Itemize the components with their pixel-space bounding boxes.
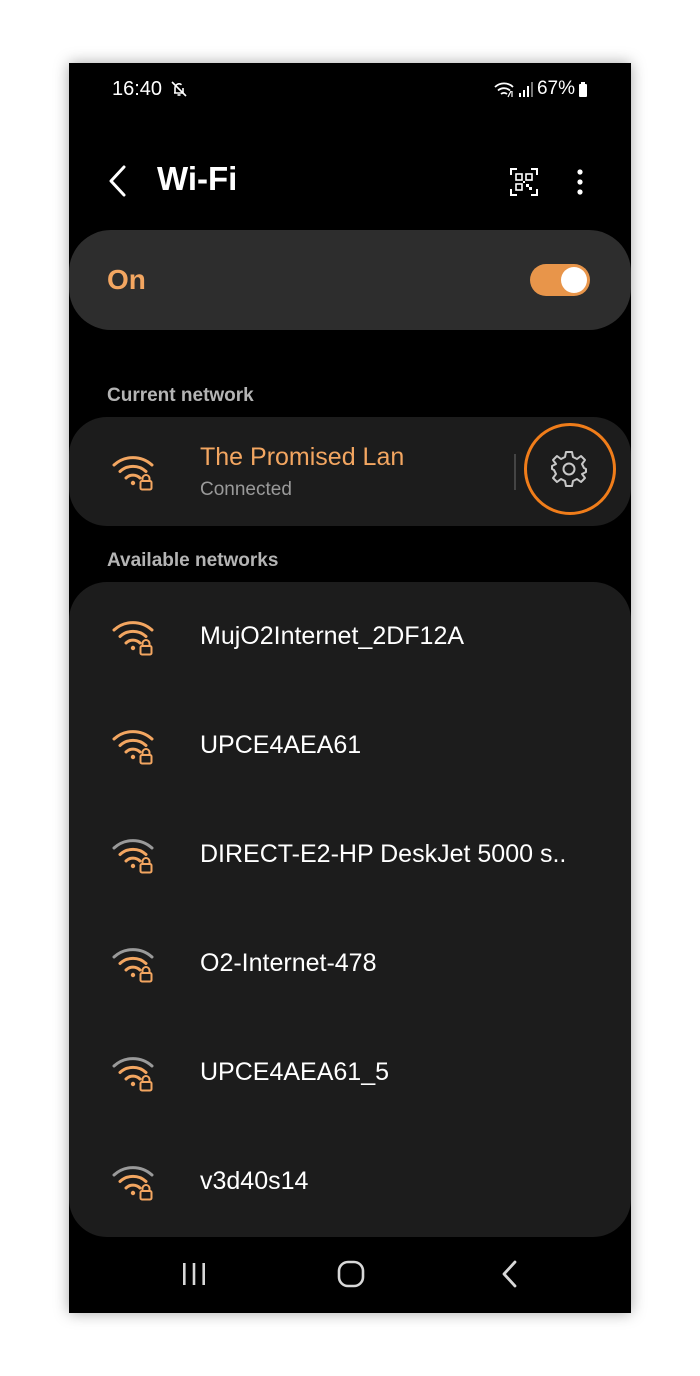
status-icons: 67% <box>493 78 588 100</box>
network-name: MujO2Internet_2DF12A <box>200 622 465 650</box>
app-bar: Wi-Fi <box>69 153 631 209</box>
wifi-switch[interactable] <box>530 264 590 296</box>
wifi-toggle-label: On <box>107 264 146 295</box>
network-row[interactable]: DIRECT-E2-HP DeskJet 5000 s.. <box>69 800 631 909</box>
network-row[interactable]: UPCE4AEA61 <box>69 691 631 800</box>
switch-knob <box>561 267 587 293</box>
network-row[interactable]: O2-Internet-478 <box>69 909 631 1018</box>
status-time: 16:40 <box>112 78 163 100</box>
more-vert-icon <box>577 169 583 195</box>
signal-icon <box>518 80 534 98</box>
network-row[interactable]: v3d40s14 <box>69 1127 631 1236</box>
dnd-icon <box>169 79 189 104</box>
home-button[interactable] <box>336 1259 366 1294</box>
wifi-lock-icon <box>111 1161 157 1201</box>
back-button[interactable] <box>105 163 131 199</box>
wifi-status-icon <box>493 80 515 98</box>
page-title: Wi-Fi <box>157 160 238 197</box>
battery-icon <box>578 80 588 98</box>
wifi-lock-icon <box>111 451 157 491</box>
gear-icon <box>551 451 587 487</box>
divider <box>514 454 516 490</box>
wifi-lock-icon <box>111 943 157 983</box>
available-networks-header: Available networks <box>107 550 279 571</box>
current-network-name: The Promised Lan <box>200 443 405 471</box>
network-name: v3d40s14 <box>200 1167 309 1195</box>
qr-scan-icon <box>510 168 538 196</box>
navigation-bar <box>69 1245 631 1305</box>
wifi-lock-icon <box>111 1052 157 1092</box>
network-row[interactable]: MujO2Internet_2DF12A <box>69 582 631 691</box>
wifi-lock-icon <box>111 834 157 874</box>
phone-screen: 16:40 67% Wi-Fi On Current network The P… <box>69 63 631 1313</box>
more-options-button[interactable] <box>569 165 591 199</box>
network-name: UPCE4AEA61 <box>200 731 362 759</box>
back-icon <box>109 165 126 197</box>
network-name: O2-Internet-478 <box>200 949 377 977</box>
current-network-status: Connected <box>200 479 292 500</box>
current-network-header: Current network <box>107 385 254 406</box>
battery-level: 67% <box>536 78 575 99</box>
home-icon <box>337 1260 365 1288</box>
nav-back-button[interactable] <box>496 1259 526 1294</box>
qr-scan-button[interactable] <box>509 167 539 197</box>
wifi-toggle-row[interactable]: On <box>69 230 631 330</box>
network-name: UPCE4AEA61_5 <box>200 1058 390 1086</box>
status-bar: 16:40 67% <box>69 63 631 117</box>
wifi-lock-icon <box>111 725 157 765</box>
network-name: DIRECT-E2-HP DeskJet 5000 s.. <box>200 840 567 868</box>
wifi-lock-icon <box>111 616 157 656</box>
nav-back-icon <box>502 1260 517 1288</box>
recents-button[interactable] <box>179 1259 209 1294</box>
available-networks-list: MujO2Internet_2DF12A UPCE4AEA61 DIRECT-E… <box>69 582 631 1237</box>
network-row[interactable]: UPCE4AEA61_5 <box>69 1018 631 1127</box>
network-settings-button[interactable] <box>524 423 616 515</box>
recents-icon <box>183 1263 205 1285</box>
